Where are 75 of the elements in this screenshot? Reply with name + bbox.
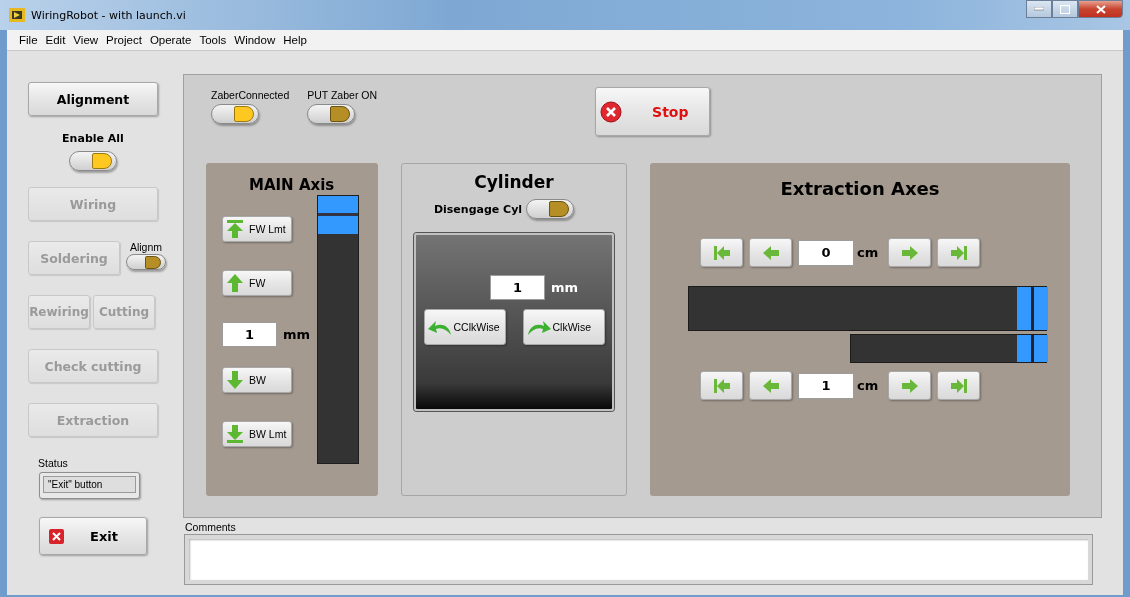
menu-item[interactable]: Project (102, 34, 146, 46)
status-field: "Exit" button (39, 472, 140, 499)
close-icon (1095, 4, 1106, 14)
status-label: Status (38, 457, 69, 469)
step-button[interactable] (888, 238, 931, 267)
move-button[interactable]: BW (222, 367, 292, 393)
position-field[interactable]: 0 (798, 239, 854, 266)
menu-item[interactable]: View (69, 34, 103, 46)
stop-icon (600, 100, 623, 123)
maximize-button[interactable] (1052, 0, 1078, 18)
section-title: Cylinder (474, 172, 554, 192)
unit-label: mm (550, 280, 579, 295)
stop-button[interactable]: Stop (595, 87, 711, 136)
comments-field[interactable] (185, 535, 1092, 584)
unit-label: mm (283, 327, 311, 342)
section-title: MAIN Axis (249, 176, 336, 194)
menu-item[interactable]: Help (279, 34, 311, 46)
toggle-button[interactable] (69, 151, 117, 171)
close-icon (49, 528, 64, 544)
comments-label: Comments (185, 521, 237, 533)
toggle-button[interactable] (126, 254, 166, 270)
move-button[interactable]: FW (222, 270, 292, 296)
slider-thumb[interactable] (318, 196, 358, 234)
toggle-label: Enable All (62, 132, 124, 145)
step-button[interactable] (700, 371, 743, 400)
arrow-left-icon (761, 244, 780, 261)
indicator-label: ZaberConnected (211, 89, 290, 101)
toggle-label: Disengage Cyl (433, 202, 523, 216)
step-button[interactable] (700, 238, 743, 267)
arrow-up-icon (225, 273, 245, 293)
unit-label: cm (857, 245, 880, 260)
arrow-right-icon (900, 377, 919, 394)
step-button[interactable] (749, 371, 792, 400)
arrow-left-icon (761, 377, 780, 394)
close-button[interactable] (1078, 0, 1123, 18)
menu-item[interactable]: Window (230, 34, 280, 46)
toggle-label: Alignm (129, 241, 163, 253)
arrow-up-bar-icon (225, 219, 245, 239)
menu-item[interactable]: Tools (195, 34, 231, 46)
skip-right-icon (949, 377, 968, 394)
rotate-button[interactable]: CClkWise (423, 309, 506, 345)
step-button[interactable] (749, 238, 792, 267)
skip-left-icon (712, 377, 731, 394)
window-title: WiringRobot - with launch.vi (31, 8, 186, 22)
arrow-right-icon (900, 244, 919, 261)
skip-left-icon (712, 244, 731, 261)
slider-thumb[interactable] (1017, 335, 1048, 362)
slider-thumb[interactable] (1017, 287, 1048, 330)
menu-item[interactable]: File (15, 34, 42, 46)
indicator-label: PUT Zaber ON (307, 89, 378, 101)
alignment-button[interactable]: Alignment (28, 82, 158, 116)
move-button[interactable]: FW Lmt (222, 216, 292, 242)
step-field[interactable]: 1 (222, 322, 277, 347)
step-field[interactable]: 1 (489, 275, 545, 300)
arrow-down-icon (225, 370, 245, 390)
menu-item[interactable]: Edit (41, 34, 70, 46)
exit-button[interactable]: Exit (39, 517, 147, 555)
section-title: Extraction Axes (780, 178, 940, 199)
app-icon (9, 8, 25, 22)
toggle-button[interactable] (211, 104, 259, 124)
skip-right-icon (949, 244, 968, 261)
step-button[interactable] (888, 371, 931, 400)
rotate-button[interactable]: ClkWise (522, 309, 605, 345)
step-button[interactable] (937, 371, 980, 400)
toggle-button[interactable] (526, 199, 575, 219)
maximize-icon (1060, 4, 1070, 14)
position-field[interactable]: 1 (798, 372, 854, 399)
step-button[interactable] (937, 238, 980, 267)
move-button[interactable]: BW Lmt (222, 421, 292, 447)
menu-item[interactable]: Operate (145, 34, 196, 46)
toggle-button[interactable] (307, 104, 356, 124)
arrow-down-bar-icon (225, 424, 245, 444)
unit-label: cm (857, 378, 880, 393)
minimize-button[interactable] (1026, 0, 1052, 18)
minimize-icon (1034, 7, 1044, 11)
